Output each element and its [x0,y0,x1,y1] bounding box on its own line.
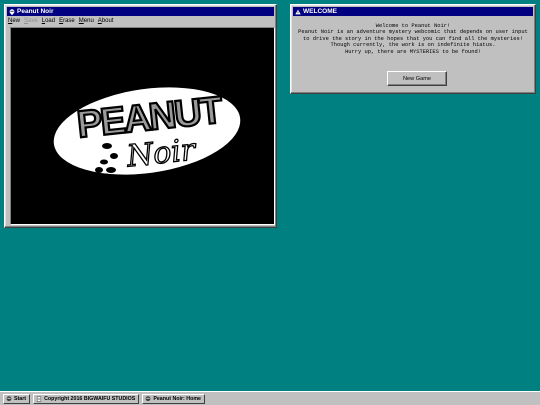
welcome-window-titlebar[interactable]: WELCOME [293,7,533,16]
welcome-body: Welcome to Peanut Noir! Peanut Noir is a… [295,19,531,89]
main-window-titlebar[interactable]: Peanut Noir [7,7,274,16]
logo-word-noir: Noir [124,132,198,174]
menu-save: Save [24,18,38,24]
welcome-line: Hurry up, there are MYSTERIES to be foun… [345,48,481,55]
game-screen[interactable]: PEANUT Noir [10,27,275,225]
welcome-window-title: WELCOME [303,8,337,15]
skull-icon [9,8,15,15]
taskbar-item-peanut-noir[interactable]: Peanut Noir: Home [142,393,205,404]
start-label: Start [14,395,27,402]
main-window: Peanut Noir New Save Load Erase Menu Abo… [4,4,277,228]
taskbar: Start Copyright 2016 BIGWAIFU STUDIOS Pe… [0,391,540,405]
welcome-message: Welcome to Peanut Noir! Peanut Noir is a… [295,23,531,55]
welcome-line: Peanut Noir is an adventure mystery webc… [298,29,528,36]
menu-bar: New Save Load Erase Menu About [8,17,273,25]
skull-icon [145,395,151,401]
taskbar-item-label: Peanut Noir: Home [153,395,201,402]
copyright-task[interactable]: Copyright 2016 BIGWAIFU STUDIOS [33,393,140,404]
welcome-window: WELCOME Welcome to Peanut Noir! Peanut N… [290,4,536,94]
menu-erase[interactable]: Erase [59,18,75,24]
warning-icon [295,9,301,14]
menu-menu[interactable]: Menu [79,18,94,24]
main-window-title: Peanut Noir [17,8,54,15]
document-icon [37,395,42,402]
copyright-label: Copyright 2016 BIGWAIFU STUDIOS [44,395,136,402]
menu-new[interactable]: New [8,18,20,24]
menu-load[interactable]: Load [42,18,55,24]
start-button[interactable]: Start [3,393,31,404]
menu-about[interactable]: About [98,18,114,24]
new-game-button[interactable]: New Game [387,71,447,86]
peanut-noir-logo: PEANUT Noir [53,87,241,183]
skull-icon [6,395,12,401]
